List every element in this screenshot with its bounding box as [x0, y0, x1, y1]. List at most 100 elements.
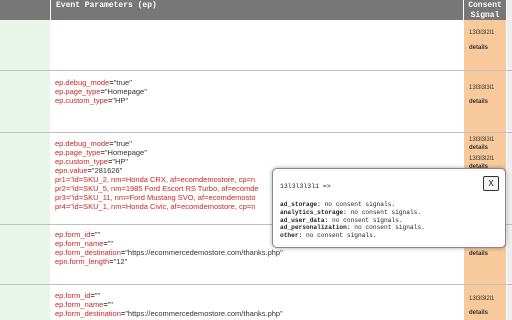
consent-type-label: ad_user_data:	[280, 216, 329, 224]
param-line: epn.form_length="12"	[55, 257, 128, 266]
header-consent-title: Consent Signal	[464, 0, 506, 21]
param-line: ep.form_destination="https://ecommercede…	[55, 248, 283, 257]
consent-status: no consent signals.	[324, 201, 396, 208]
row-left-cell	[0, 133, 50, 224]
row-left-cell	[0, 20, 50, 70]
row-consent-cell: 13l3l3l2l1 details	[464, 285, 506, 320]
param-value: "https://ecommercedemostore.com/thanks.p…	[125, 309, 283, 318]
event-table: Event Parameters (ep) Consent Signal 13l…	[0, 0, 512, 320]
popup-consent-list: ad_storage: no consent signals. analytic…	[280, 201, 425, 240]
consent-code: 13l3l3l3l1	[469, 137, 495, 143]
table-row: 13l3l3l2l1 details	[0, 20, 512, 70]
row-edge-cell	[507, 71, 512, 132]
param-value: ""	[107, 300, 114, 309]
consent-details-popup: 13l3l3l3l1 => X ad_storage: no consent s…	[272, 168, 506, 248]
param-value: "281626"	[91, 166, 123, 175]
row-params-cell: ep.debug_mode="true" ep.page_type="Homep…	[51, 71, 463, 132]
row-edge-cell	[507, 225, 512, 284]
consent-type-label: other:	[280, 232, 303, 240]
product-line: pr4="id=SKU_1, nm=Honda Civic, af=ecomde…	[55, 202, 256, 211]
consent-type-label: ad_storage:	[280, 201, 321, 208]
header-left-cell	[0, 0, 50, 20]
param-value: "true"	[113, 139, 132, 148]
details-link[interactable]: details	[469, 99, 488, 105]
details-link[interactable]: details	[469, 145, 488, 151]
param-value: "Homepage"	[104, 148, 147, 157]
row-consent-cell: 13l3l3l3l1 details	[464, 71, 506, 132]
popup-consent-item: analytics_storage: no consent signals.	[280, 209, 425, 217]
param-value: "HP"	[112, 157, 129, 166]
header-consent-line1: Consent	[468, 1, 502, 10]
table-row: ep.form_id="" ep.form_name="" ep.form_de…	[0, 285, 512, 320]
consent-status: no consent signals.	[350, 208, 422, 216]
consent-status: no consent signals.	[354, 224, 425, 232]
param-key: ep.form_name	[55, 300, 104, 309]
row-params-cell	[51, 20, 463, 70]
details-link[interactable]: details	[469, 45, 488, 51]
param-key: ep.page_type	[55, 87, 101, 96]
param-line: ep.page_type="Homepage"	[55, 87, 147, 96]
consent-code: 13l3l3l2l1	[469, 30, 495, 36]
param-line: ep.form_id=""	[55, 230, 101, 239]
param-value: ""	[94, 230, 101, 239]
param-list: ep.debug_mode="true" ep.page_type="Homep…	[55, 78, 147, 105]
param-value: "HP"	[112, 96, 129, 105]
row-edge-cell	[507, 133, 512, 224]
row-edge-cell	[507, 20, 512, 70]
param-key: ep.form_id	[55, 291, 91, 300]
param-key: ep.debug_mode	[55, 139, 110, 148]
popup-consent-item: ad_personalization: no consent signals.	[280, 224, 425, 232]
header-params-title: Event Parameters (ep)	[51, 0, 463, 20]
param-key: ep.form_id	[55, 230, 91, 239]
param-key: ep.form_destination	[55, 309, 121, 318]
param-line: ep.custom_type="HP"	[55, 96, 129, 105]
param-value: ""	[107, 239, 114, 248]
param-line: ep.debug_mode="true"	[55, 78, 132, 87]
param-line: ep.page_type="Homepage"	[55, 148, 147, 157]
param-list: ep.form_id="" ep.form_name="" ep.form_de…	[55, 291, 283, 318]
param-key: ep.form_name	[55, 239, 104, 248]
param-list: ep.debug_mode="true" ep.page_type="Homep…	[55, 139, 259, 211]
param-key: ep.custom_type	[55, 96, 108, 105]
product-line: pr2="id=SKU_5, nm=1985 Ford Escort RS Tu…	[55, 184, 259, 193]
param-key: ep.form_destination	[55, 248, 121, 257]
param-line: ep.debug_mode="true"	[55, 139, 132, 148]
popup-consent-item: other: no consent signals.	[280, 232, 425, 240]
product-line: pr1="id=SKU_2, nm=Honda CRX, af=ecomdemo…	[55, 175, 256, 184]
header-consent-line2: Signal	[470, 11, 500, 20]
details-link[interactable]: details	[469, 310, 488, 316]
row-params-cell: ep.form_id="" ep.form_name="" ep.form_de…	[51, 285, 463, 320]
param-line: ep.form_name=""	[55, 300, 114, 309]
param-value: "Homepage"	[104, 87, 147, 96]
popup-close-button[interactable]: X	[483, 176, 499, 191]
param-key: epn.form_length	[55, 257, 110, 266]
param-value: "https://ecommercedemostore.com/thanks.p…	[125, 248, 283, 257]
header-edge-cell	[507, 0, 512, 20]
popup-consent-item: ad_user_data: no consent signals.	[280, 217, 425, 225]
param-value: ""	[94, 291, 101, 300]
param-value: "12"	[113, 257, 128, 266]
param-line: ep.form_name=""	[55, 239, 114, 248]
consent-code: 13l3l3l3l1	[469, 85, 495, 91]
param-key: ep.debug_mode	[55, 78, 110, 87]
consent-status: no consent signals.	[306, 232, 377, 240]
param-line: ep.custom_type="HP"	[55, 157, 129, 166]
consent-type-label: ad_personalization:	[280, 224, 351, 232]
param-line: epn.value="281626"	[55, 166, 123, 175]
row-edge-cell	[507, 285, 512, 320]
consent-status: no consent signals.	[332, 216, 403, 224]
consent-code: 13l3l3l2l1	[469, 156, 495, 162]
row-consent-cell: 13l3l3l2l1 details	[464, 20, 506, 70]
param-value: "true"	[113, 78, 132, 87]
product-line: pr3="id=SKU_11, nm=Ford Mustang SVO, af=…	[55, 193, 256, 202]
details-link[interactable]: details	[469, 251, 488, 257]
param-key: ep.custom_type	[55, 157, 108, 166]
popup-title: 13l3l3l3l1 =>	[280, 183, 331, 190]
param-key: epn.value	[55, 166, 88, 175]
table-row: ep.debug_mode="true" ep.page_type="Homep…	[0, 71, 512, 132]
popup-consent-item: ad_storage: no consent signals.	[280, 201, 425, 209]
row-left-cell	[0, 225, 50, 284]
param-list: ep.form_id="" ep.form_name="" ep.form_de…	[55, 230, 283, 266]
consent-type-label: analytics_storage:	[280, 208, 347, 216]
param-line: ep.form_destination="https://ecommercede…	[55, 309, 283, 318]
